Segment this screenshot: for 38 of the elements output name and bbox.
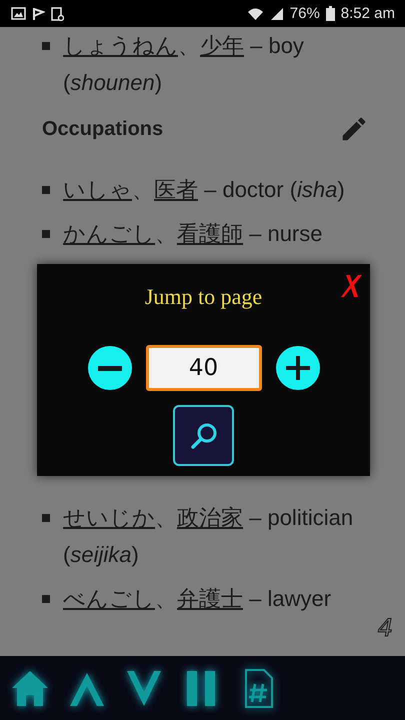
increment-button[interactable] — [276, 346, 320, 390]
gallery-icon — [11, 7, 26, 20]
vocabulary-entry: べんごし、弁護士 – lawyer — [63, 585, 332, 613]
vocabulary-entry: いしゃ、医者 – doctor (isha) — [63, 176, 345, 204]
bullet — [42, 42, 50, 50]
kana-link[interactable]: せいじか — [63, 505, 155, 530]
vocabulary-entry: しょうねん、少年 – boy (shounen) — [63, 32, 305, 97]
wifi-icon — [246, 7, 264, 20]
page-input[interactable]: 40 — [146, 345, 262, 391]
minus-icon — [98, 366, 122, 370]
bullet — [42, 230, 50, 238]
bullet — [42, 186, 50, 194]
battery-icon — [326, 6, 335, 21]
kanji-link[interactable]: 弁護士 — [177, 586, 243, 611]
clock: 8:52 am — [340, 5, 395, 22]
document-icon — [51, 6, 64, 20]
decrement-button[interactable] — [88, 346, 132, 390]
kana-link[interactable]: かんごし — [63, 221, 155, 246]
kanji-link[interactable]: 政治家 — [177, 505, 243, 530]
vocabulary-entry: せいじか、政治家 – politician (seijika) — [63, 504, 354, 569]
battery-percent: 76% — [290, 5, 320, 22]
search-button[interactable] — [173, 405, 234, 466]
kana-link[interactable]: しょうねん — [63, 33, 178, 58]
search-icon — [188, 420, 218, 450]
bullet — [42, 595, 50, 603]
kanji-link[interactable]: 看護師 — [177, 221, 243, 246]
kana-link[interactable]: べんごし — [63, 586, 155, 611]
kanji-link[interactable]: 医者 — [154, 177, 198, 202]
dialog-title: Jump to page — [144, 284, 262, 310]
kana-link[interactable]: いしゃ — [63, 177, 132, 202]
kanji-link[interactable]: 少年 — [200, 33, 244, 58]
page-number: 4 — [378, 614, 393, 642]
flag-icon — [32, 6, 45, 20]
section-heading: Occupations — [42, 118, 164, 140]
vocabulary-entry: かんごし、看護師 – nurse — [63, 220, 322, 248]
signal-icon — [270, 7, 284, 20]
bullet — [42, 514, 50, 522]
close-icon[interactable] — [341, 273, 363, 299]
